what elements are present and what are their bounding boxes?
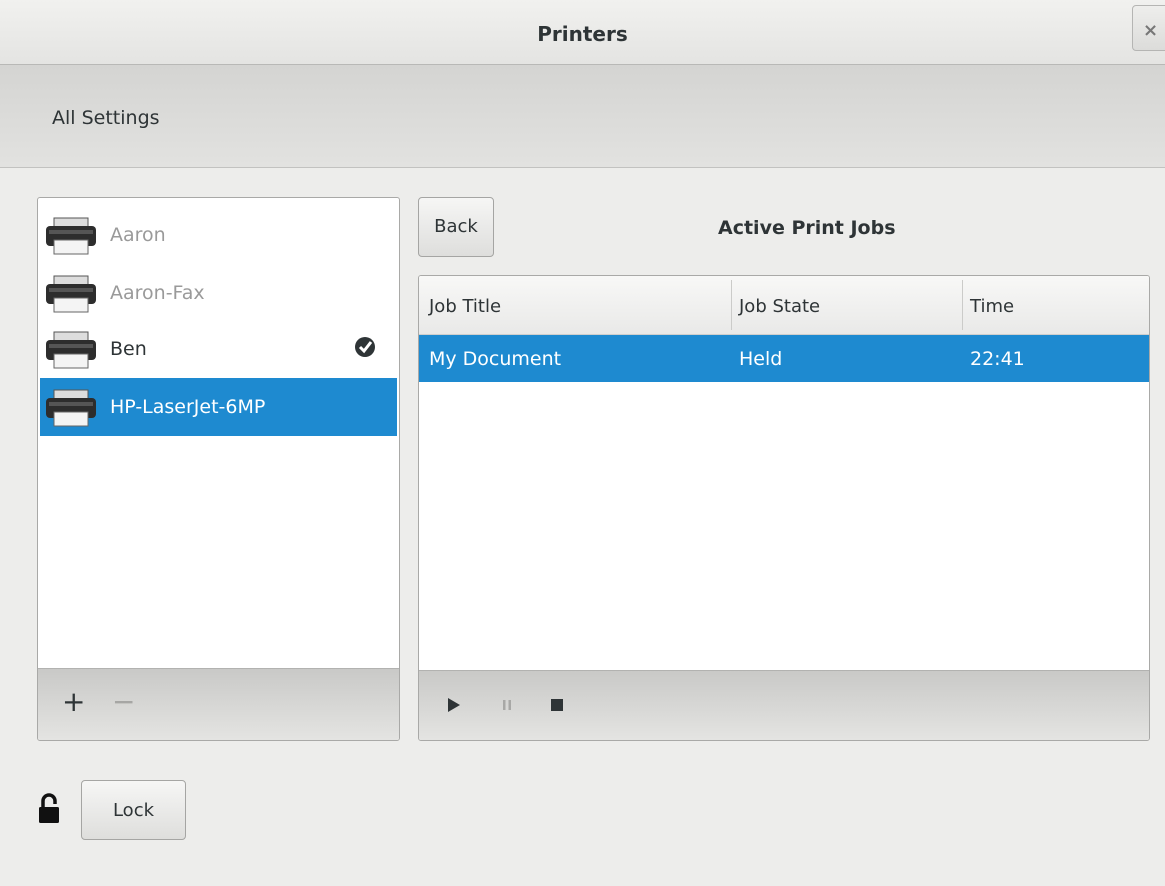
all-settings-button[interactable]: All Settings — [52, 107, 160, 129]
printers-window: Printers × All Settings Aaron Aaron-Fax … — [0, 0, 1165, 886]
printer-item-hp-laserjet-6mp[interactable]: HP-LaserJet-6MP — [40, 378, 397, 436]
printer-item-aaron-fax[interactable]: Aaron-Fax — [40, 264, 397, 322]
lock-icon — [39, 793, 59, 823]
printer-icon — [46, 389, 96, 427]
job-state-cell: Held — [739, 348, 783, 370]
printer-icon — [46, 275, 96, 313]
printer-list-panel: Aaron Aaron-Fax Ben HP-LaserJet-6MP + − — [37, 197, 400, 741]
printer-name: HP-LaserJet-6MP — [110, 396, 266, 418]
jobs-table: Job Title Job State Time My Document Hel… — [418, 275, 1150, 741]
column-separator — [962, 280, 963, 330]
printer-icon — [46, 217, 96, 255]
jobs-table-header: Job Title Job State Time — [419, 276, 1149, 335]
table-row[interactable]: My Document Held 22:41 — [419, 335, 1149, 382]
printer-name: Aaron-Fax — [110, 282, 205, 304]
printer-name: Aaron — [110, 224, 166, 246]
play-icon[interactable] — [447, 697, 461, 713]
jobs-title: Active Print Jobs — [718, 217, 896, 239]
printer-list-toolbar: + − — [38, 668, 399, 740]
column-header-job-state[interactable]: Job State — [739, 296, 820, 317]
printer-item-ben[interactable]: Ben — [40, 320, 397, 378]
title-bar: Printers × — [0, 0, 1165, 65]
printer-icon — [46, 331, 96, 369]
job-time-cell: 22:41 — [970, 348, 1025, 370]
lock-button[interactable]: Lock — [81, 780, 186, 840]
printer-item-aaron[interactable]: Aaron — [40, 206, 397, 264]
stop-icon[interactable] — [550, 697, 564, 713]
column-header-job-title[interactable]: Job Title — [429, 296, 501, 317]
default-printer-check-icon — [355, 337, 375, 357]
add-printer-button[interactable]: + — [62, 687, 85, 717]
settings-header: All Settings — [0, 65, 1165, 168]
back-button[interactable]: Back — [418, 197, 494, 257]
pause-icon[interactable] — [501, 697, 513, 713]
column-header-time[interactable]: Time — [970, 296, 1014, 317]
printer-name: Ben — [110, 338, 147, 360]
close-icon: × — [1143, 20, 1159, 41]
jobs-toolbar — [419, 670, 1149, 740]
remove-printer-button[interactable]: − — [112, 687, 135, 717]
window-title: Printers — [537, 22, 628, 46]
job-title-cell: My Document — [429, 348, 562, 370]
close-button[interactable]: × — [1132, 5, 1165, 51]
column-separator — [731, 280, 732, 330]
